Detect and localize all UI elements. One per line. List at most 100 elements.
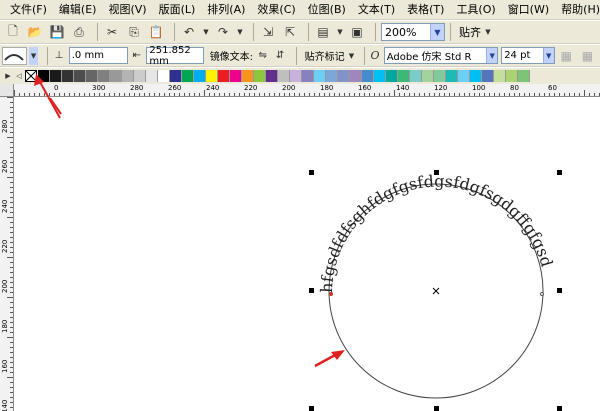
menu-item-4[interactable]: 排列(A) — [201, 0, 251, 20]
path-end-node[interactable] — [540, 292, 544, 296]
color-swatch[interactable] — [122, 70, 134, 82]
selection-handle-bottom-center[interactable] — [434, 406, 439, 411]
ruler-tick — [369, 93, 370, 96]
snap-marks-button[interactable]: 贴齐标记 — [305, 48, 345, 63]
color-swatch[interactable] — [398, 70, 410, 82]
preset-dropdown-icon[interactable]: ▼ — [28, 46, 39, 65]
color-swatch[interactable] — [506, 70, 518, 82]
color-swatch[interactable] — [278, 70, 290, 82]
color-swatch[interactable] — [410, 70, 422, 82]
horizontal-ruler[interactable]: 0 300 280 260 240 220 200 180 160 140 120 100 80 60 — [14, 84, 600, 97]
redo-dropdown-icon[interactable]: ▼ — [236, 23, 244, 41]
color-swatch[interactable] — [242, 70, 254, 82]
color-swatch[interactable] — [482, 70, 494, 82]
paste-icon[interactable]: 📋 — [147, 23, 165, 41]
menu-item-11[interactable]: 帮助(H) — [555, 0, 600, 20]
selection-handle-bottom-right[interactable] — [557, 406, 562, 411]
selection-handle-top-right[interactable] — [557, 170, 562, 175]
welcome-screen-icon[interactable]: ▣ — [348, 23, 366, 41]
color-swatch[interactable] — [386, 70, 398, 82]
menu-item-8[interactable]: 表格(T) — [401, 0, 450, 20]
menu-item-5[interactable]: 效果(C) — [251, 0, 301, 20]
color-swatch[interactable] — [194, 70, 206, 82]
drawing-canvas[interactable]: hfgsdfdfsghfdgfgsfdgsfdgfsgdgffgfgsd — [15, 98, 600, 411]
color-swatch[interactable] — [158, 70, 170, 82]
color-swatch[interactable] — [374, 70, 386, 82]
cut-icon[interactable]: ✂ — [103, 23, 121, 41]
save-icon[interactable]: 💾 — [48, 23, 66, 41]
color-swatch[interactable] — [362, 70, 374, 82]
color-swatch[interactable] — [254, 70, 266, 82]
print-icon[interactable]: ⎙ — [70, 23, 88, 41]
menu-item-9[interactable]: 工具(O) — [450, 0, 501, 20]
menu-item-0[interactable]: 文件(F) — [4, 0, 53, 20]
bold-icon[interactable]: ▦ — [558, 47, 575, 65]
color-swatch[interactable] — [446, 70, 458, 82]
italic-icon[interactable]: ▦ — [579, 47, 596, 65]
chevron-down-icon[interactable]: ▼ — [430, 24, 444, 40]
mirror-horizontal-icon[interactable]: ⇋ — [256, 47, 269, 65]
offset-field[interactable]: .0 mm — [68, 47, 128, 64]
palette-scroll-left-icon[interactable]: ▶ — [3, 67, 13, 85]
snap-marks-dropdown-icon[interactable]: ▼ — [348, 47, 356, 65]
color-swatch[interactable] — [134, 70, 146, 82]
application-launcher-icon[interactable]: ▤ — [314, 23, 332, 41]
selection-handle-middle-left[interactable] — [309, 288, 314, 293]
chevron-down-icon[interactable]: ▼ — [486, 48, 498, 63]
color-swatch[interactable] — [422, 70, 434, 82]
color-swatch[interactable] — [230, 70, 242, 82]
color-swatch[interactable] — [470, 70, 482, 82]
snap-dropdown-icon[interactable]: ▼ — [484, 23, 492, 41]
menu-item-6[interactable]: 位图(B) — [302, 0, 352, 20]
menu-item-7[interactable]: 文本(T) — [352, 0, 401, 20]
ruler-origin[interactable] — [0, 84, 14, 97]
path-start-node[interactable] — [329, 292, 333, 296]
color-swatch[interactable] — [182, 70, 194, 82]
color-swatch[interactable] — [326, 70, 338, 82]
selection-handle-top-center[interactable] — [434, 170, 439, 175]
open-folder-icon[interactable]: 📂 — [26, 23, 44, 41]
chevron-down-icon[interactable]: ▼ — [542, 48, 554, 63]
undo-icon[interactable]: ↶ — [180, 23, 198, 41]
selection-handle-bottom-left[interactable] — [309, 406, 314, 411]
palette-flyout-icon[interactable]: ◁ — [14, 67, 24, 85]
vertical-ruler[interactable]: 280 260 240 220 200 180 160 140 — [0, 97, 14, 411]
mirror-vertical-icon[interactable]: ⇵ — [273, 47, 286, 65]
selection-handle-top-left[interactable] — [309, 170, 314, 175]
color-swatch[interactable] — [206, 70, 218, 82]
zoom-level-select[interactable]: 200% ▼ — [381, 23, 445, 41]
color-swatch[interactable] — [458, 70, 470, 82]
menu-item-3[interactable]: 版面(L) — [153, 0, 202, 20]
color-swatch[interactable] — [434, 70, 446, 82]
undo-dropdown-icon[interactable]: ▼ — [202, 23, 210, 41]
export-icon[interactable]: ⇱ — [281, 23, 299, 41]
menu-item-2[interactable]: 视图(V) — [102, 0, 152, 20]
color-swatch[interactable] — [350, 70, 362, 82]
redo-icon[interactable]: ↷ — [214, 23, 232, 41]
distance-field[interactable]: 251.852 mm — [146, 45, 204, 67]
font-size-select[interactable]: 24 pt ▼ — [501, 47, 555, 64]
color-swatch[interactable] — [110, 70, 122, 82]
color-swatch[interactable] — [314, 70, 326, 82]
selection-handle-middle-right[interactable] — [557, 288, 562, 293]
copy-icon[interactable]: ⎘ — [125, 23, 143, 41]
menu-item-1[interactable]: 编辑(E) — [53, 0, 103, 20]
color-swatch[interactable] — [266, 70, 278, 82]
menu-item-10[interactable]: 窗口(W) — [502, 0, 555, 20]
color-swatch[interactable] — [302, 70, 314, 82]
text-path-preset-icon[interactable] — [2, 46, 27, 65]
color-swatch[interactable] — [338, 70, 350, 82]
color-swatch[interactable] — [494, 70, 506, 82]
color-swatch[interactable] — [290, 70, 302, 82]
text-on-path[interactable]: hfgsdfdfsghfdgfgsfdgsfdgfsgdgffgfgsd — [317, 171, 557, 293]
import-icon[interactable]: ⇲ — [259, 23, 277, 41]
color-swatch[interactable] — [146, 70, 158, 82]
ruler-tick — [464, 93, 465, 96]
new-document-icon[interactable]: 🗋 — [4, 23, 22, 41]
color-swatch[interactable] — [170, 70, 182, 82]
color-swatch[interactable] — [518, 70, 530, 82]
font-family-select[interactable]: Adobe 仿宋 Std R ▼ — [383, 47, 499, 64]
color-swatch[interactable] — [218, 70, 230, 82]
launcher-dropdown-icon[interactable]: ▼ — [336, 23, 344, 41]
snap-to-button[interactable]: 贴齐 — [459, 24, 481, 40]
